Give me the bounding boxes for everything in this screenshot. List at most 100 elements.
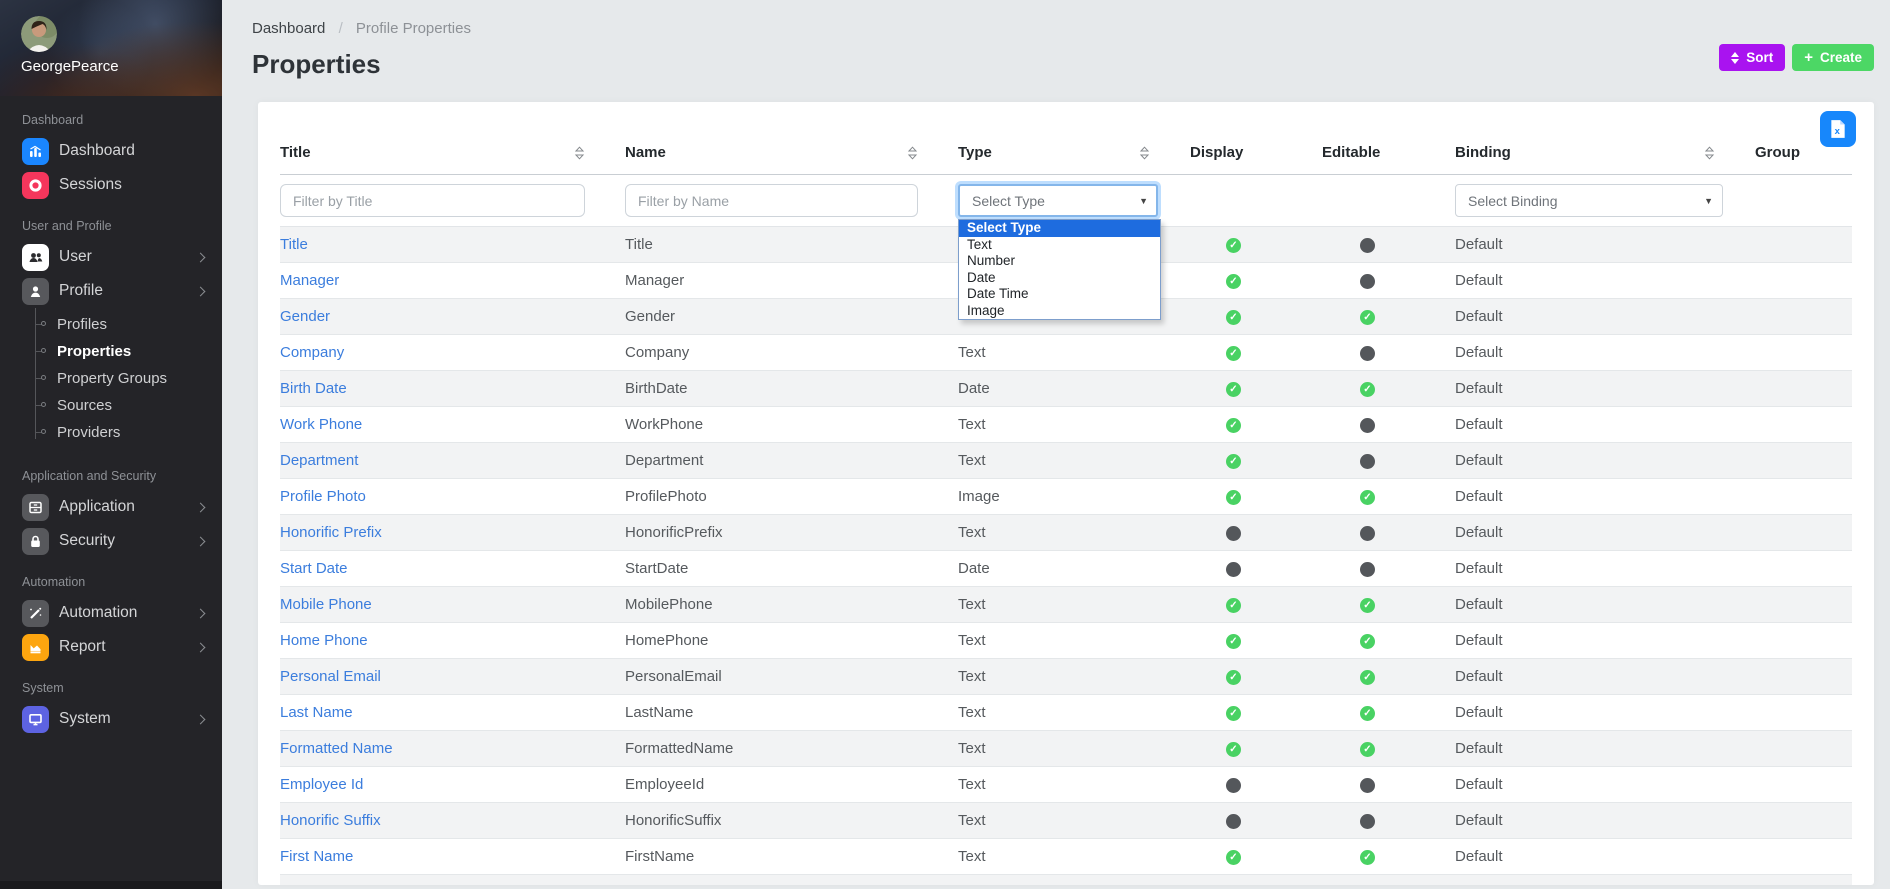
header-actions: Sort + Create [1719,44,1874,71]
sidebar-item-profile[interactable]: Profile [0,274,222,308]
property-title-link[interactable]: Birth Date [280,380,347,397]
property-title-link[interactable]: Work Phone [280,416,362,433]
sidebar-item-user[interactable]: User [0,240,222,274]
property-group [1755,767,1852,803]
tree-node-icon [41,402,46,407]
sort-button[interactable]: Sort [1719,44,1785,71]
type-option-select-type[interactable]: Select Type [959,220,1160,237]
avatar[interactable] [21,16,57,52]
type-option-number[interactable]: Number [959,253,1160,270]
sidebar-item-report[interactable]: Report [0,630,222,664]
property-group [1755,371,1852,407]
subitem-label: Providers [57,424,120,441]
sidebar-item-system[interactable]: System [0,702,222,736]
property-type: Text [958,623,1190,659]
type-option-date[interactable]: Date [959,270,1160,287]
property-title-link[interactable]: Honorific Prefix [280,524,382,541]
property-title-link[interactable]: Home Phone [280,632,368,649]
sidebar-nav: Dashboard Dashboard Sessions User and Pr… [0,113,222,736]
sidebar-item-label: Application [59,498,135,516]
sidebar-item-security[interactable]: Security [0,524,222,558]
display-status-icon: ✓ [1226,310,1241,325]
property-binding: Default [1455,335,1755,371]
property-title-link[interactable]: Title [280,236,308,253]
table-row: Birth DateBirthDateDate✓✓Default [280,371,1852,407]
property-title-link[interactable]: Honorific Suffix [280,812,381,829]
editable-status-icon [1360,274,1375,289]
sidebar-item-application[interactable]: Application [0,490,222,524]
property-type: Text [958,515,1190,551]
property-title-link[interactable]: Department [280,452,358,469]
editable-status-icon [1360,238,1375,253]
chevron-right-icon [196,286,206,296]
sort-carets-icon[interactable] [1704,145,1715,161]
property-title-link[interactable]: Gender [280,308,330,325]
table-row: Last NameLastNameText✓✓Default [280,695,1852,731]
property-binding: Default [1455,551,1755,587]
type-option-image[interactable]: Image [959,303,1160,320]
property-name: EmployeeId [625,767,958,803]
property-group [1755,839,1852,875]
binding-select[interactable]: Select Binding ▼ [1455,184,1723,217]
property-title-link[interactable]: Last Name [280,704,353,721]
property-group [1755,335,1852,371]
display-status-icon: ✓ [1226,238,1241,253]
property-title-link[interactable]: Manager [280,272,339,289]
breadcrumb-dashboard[interactable]: Dashboard [252,20,325,37]
table-row: Honorific SuffixHonorificSuffixTextDefau… [280,803,1852,839]
property-name: Department [625,443,958,479]
table-row: Personal EmailPersonalEmailText✓✓Default [280,659,1852,695]
nav-section-label: Application and Security [22,469,222,483]
table-row: CompanyCompanyText✓Default [280,335,1852,371]
property-title-link[interactable]: Mobile Phone [280,596,372,613]
sidebar-item-dashboard[interactable]: Dashboard [0,134,222,168]
filter-title-input[interactable] [280,184,585,217]
display-status-icon: ✓ [1226,346,1241,361]
column-header-title[interactable]: Title [280,102,625,175]
property-title-link[interactable]: Company [280,344,344,361]
property-title-link[interactable]: Start Date [280,560,348,577]
property-title-link[interactable]: Formatted Name [280,740,393,757]
sort-carets-icon[interactable] [1139,145,1150,161]
display-status-icon: ✓ [1226,382,1241,397]
sidebar-item-sessions[interactable]: Sessions [0,168,222,202]
sort-carets-icon[interactable] [907,145,918,161]
tree-node-icon [41,321,46,326]
sidebar-subitem-sources[interactable]: Sources [0,392,222,419]
export-excel-button[interactable]: x [1820,111,1856,147]
editable-status-icon [1360,778,1375,793]
sidebar-item-label: Automation [59,604,137,622]
table-row: Profile PhotoProfilePhotoImage✓✓Default [280,479,1852,515]
property-name: MobilePhone [625,587,958,623]
type-option-text[interactable]: Text [959,237,1160,254]
sort-carets-icon[interactable] [574,145,585,161]
sidebar-item-automation[interactable]: Automation [0,596,222,630]
filter-name-input[interactable] [625,184,918,217]
subitem-label: Sources [57,397,112,414]
display-status-icon: ✓ [1226,274,1241,289]
property-title-link[interactable]: First Name [280,848,353,865]
breadcrumb-current: Profile Properties [356,20,471,37]
sidebar-subitem-providers[interactable]: Providers [0,419,222,446]
property-title-link[interactable]: Personal Email [280,668,381,685]
property-group [1755,443,1852,479]
sidebar-subitem-property-groups[interactable]: Property Groups [0,365,222,392]
display-status-icon [1226,526,1241,541]
type-select[interactable]: Select Type ▼ [958,184,1158,217]
property-title-link[interactable]: Profile Photo [280,488,366,505]
create-button[interactable]: + Create [1792,44,1874,71]
property-type: Text [958,695,1190,731]
sidebar-subitem-profiles[interactable]: Profiles [0,311,222,338]
subitem-label: Profiles [57,316,107,333]
column-header-binding[interactable]: Binding [1455,102,1755,175]
column-header-name[interactable]: Name [625,102,958,175]
type-option-date-time[interactable]: Date Time [959,286,1160,303]
property-title-link[interactable]: Employee Id [280,776,363,793]
column-header-type[interactable]: Type [958,102,1190,175]
file-excel-icon: x [1830,119,1846,139]
sidebar-subitem-properties[interactable]: Properties [0,338,222,365]
table-row: Honorific PrefixHonorificPrefixTextDefau… [280,515,1852,551]
display-status-icon: ✓ [1226,454,1241,469]
property-type: Date [958,551,1190,587]
property-binding: Default [1455,515,1755,551]
